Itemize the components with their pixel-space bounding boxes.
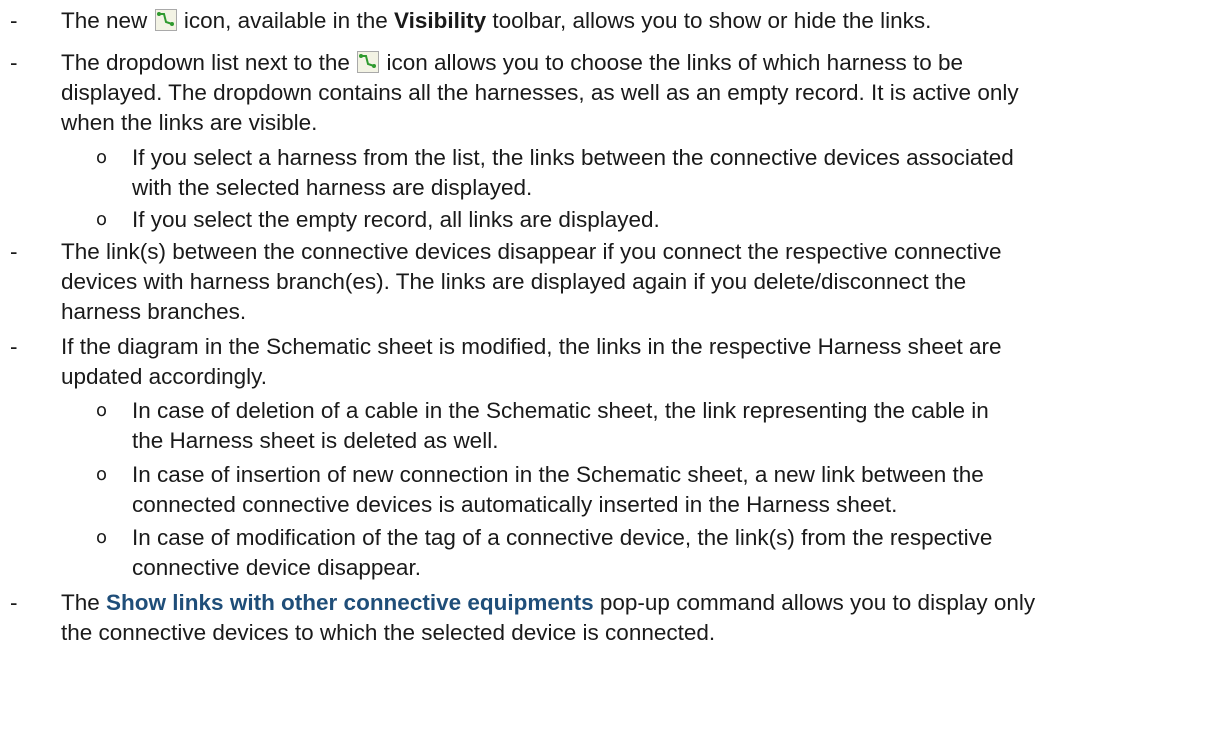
sub-list-item-text: In case of deletion of a cable in the Sc… bbox=[132, 398, 989, 453]
list-item-text: If the diagram in the Schematic sheet is… bbox=[61, 334, 1002, 389]
document-page: - The new icon, available in the Visibil… bbox=[0, 0, 1212, 731]
toolbar-name: Visibility bbox=[394, 8, 487, 33]
bullet-circle: o bbox=[96, 400, 108, 421]
bullet-circle: o bbox=[96, 464, 108, 485]
bullet-circle: o bbox=[96, 147, 108, 168]
sub-list-item-text: In case of insertion of new connection i… bbox=[132, 462, 984, 517]
bullet-circle: o bbox=[96, 209, 108, 230]
list-item-text: The Show links with other connective equ… bbox=[61, 590, 1036, 645]
show-links-icon bbox=[154, 9, 177, 31]
list-item-text: The link(s) between the connective devic… bbox=[61, 239, 1002, 324]
bullet-dash: - bbox=[10, 590, 18, 615]
bullet-circle: o bbox=[96, 527, 108, 548]
list-item-text: The new icon, available in the Visibilit… bbox=[61, 8, 932, 33]
show-links-icon bbox=[357, 51, 380, 73]
bullet-dash: - bbox=[10, 239, 18, 264]
list-item-text: The dropdown list next to the icon allow… bbox=[61, 50, 1019, 135]
bullet-dash: - bbox=[10, 8, 18, 33]
sub-list-item-text: In case of modification of the tag of a … bbox=[132, 525, 993, 580]
bullet-dash: - bbox=[10, 334, 18, 359]
popup-command-name: Show links with other connective equipme… bbox=[106, 590, 594, 615]
bullet-dash: - bbox=[10, 50, 18, 75]
sub-list-item-text: If you select a harness from the list, t… bbox=[132, 145, 1014, 200]
sub-list-item-text: If you select the empty record, all link… bbox=[132, 207, 660, 232]
